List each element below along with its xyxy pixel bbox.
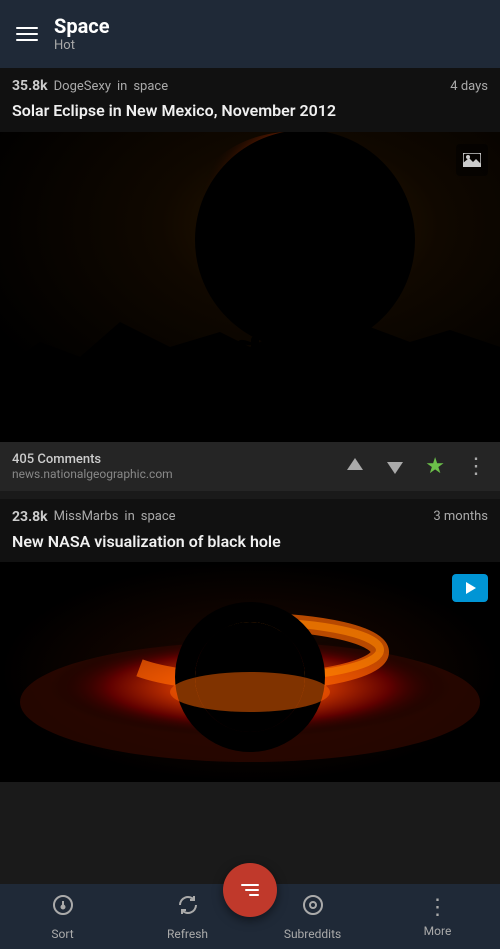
post-feed: 35.8k DogeSexy in space 4 days Solar Ecl… bbox=[0, 68, 500, 782]
post-meta-left: 23.8k MissMarbs in space bbox=[12, 509, 176, 525]
fab-icon bbox=[241, 884, 259, 896]
eclipse-svg bbox=[0, 132, 500, 442]
fab-button[interactable] bbox=[223, 863, 277, 917]
post-time: 3 months bbox=[433, 509, 488, 524]
more-icon: ⋮ bbox=[427, 895, 449, 920]
post-image[interactable] bbox=[0, 562, 500, 782]
nav-sort-label: Sort bbox=[51, 927, 73, 941]
app-header: Space Hot bbox=[0, 0, 500, 68]
video-type-badge bbox=[452, 574, 488, 602]
post-score: 23.8k bbox=[12, 509, 48, 525]
post-actions-right: ★ ⋮ bbox=[345, 454, 488, 479]
nav-more[interactable]: ⋮ More bbox=[375, 895, 500, 938]
post-actions: 405 Comments news.nationalgeographic.com… bbox=[0, 442, 500, 491]
star-button[interactable]: ★ bbox=[425, 454, 445, 479]
solar-eclipse-image bbox=[0, 132, 500, 442]
post-meta: 23.8k MissMarbs in space 3 months bbox=[0, 499, 500, 529]
black-hole-image bbox=[0, 562, 500, 782]
post-score: 35.8k bbox=[12, 78, 48, 94]
post-meta-left: 35.8k DogeSexy in space bbox=[12, 78, 168, 94]
nav-more-label: More bbox=[424, 924, 452, 938]
post-title[interactable]: Solar Eclipse in New Mexico, November 20… bbox=[0, 98, 500, 132]
post-actions-left: 405 Comments news.nationalgeographic.com bbox=[12, 452, 173, 481]
post-meta: 35.8k DogeSexy in space 4 days bbox=[0, 68, 500, 98]
black-hole-svg bbox=[0, 562, 500, 782]
downvote-button[interactable] bbox=[385, 456, 405, 476]
upvote-button[interactable] bbox=[345, 456, 365, 476]
post-subreddit[interactable]: space bbox=[141, 509, 176, 524]
sort-icon bbox=[51, 893, 75, 923]
header-title-block: Space Hot bbox=[54, 14, 110, 54]
post-subreddit[interactable]: space bbox=[133, 79, 168, 94]
nav-subreddits-label: Subreddits bbox=[284, 927, 341, 941]
post-subreddit-label: in bbox=[117, 79, 127, 94]
header-title: Space bbox=[54, 14, 110, 38]
post-author[interactable]: MissMarbs bbox=[54, 509, 119, 524]
post-card: 35.8k DogeSexy in space 4 days Solar Ecl… bbox=[0, 68, 500, 491]
header-subtitle: Hot bbox=[54, 38, 110, 54]
more-options-button[interactable]: ⋮ bbox=[465, 454, 488, 479]
nav-sort[interactable]: Sort bbox=[0, 893, 125, 941]
post-domain[interactable]: news.nationalgeographic.com bbox=[12, 467, 173, 481]
post-comments[interactable]: 405 Comments bbox=[12, 452, 173, 467]
image-type-badge bbox=[456, 144, 488, 176]
menu-button[interactable] bbox=[16, 27, 38, 41]
post-subreddit-label: in bbox=[124, 509, 134, 524]
image-icon bbox=[463, 153, 481, 167]
nav-refresh-label: Refresh bbox=[167, 927, 208, 941]
refresh-icon bbox=[176, 893, 200, 923]
post-time: 4 days bbox=[450, 79, 488, 94]
post-card: 23.8k MissMarbs in space 3 months New NA… bbox=[0, 499, 500, 783]
post-author[interactable]: DogeSexy bbox=[54, 79, 111, 94]
subreddits-icon bbox=[301, 893, 325, 923]
post-title[interactable]: New NASA visualization of black hole bbox=[0, 529, 500, 563]
post-image[interactable] bbox=[0, 132, 500, 442]
